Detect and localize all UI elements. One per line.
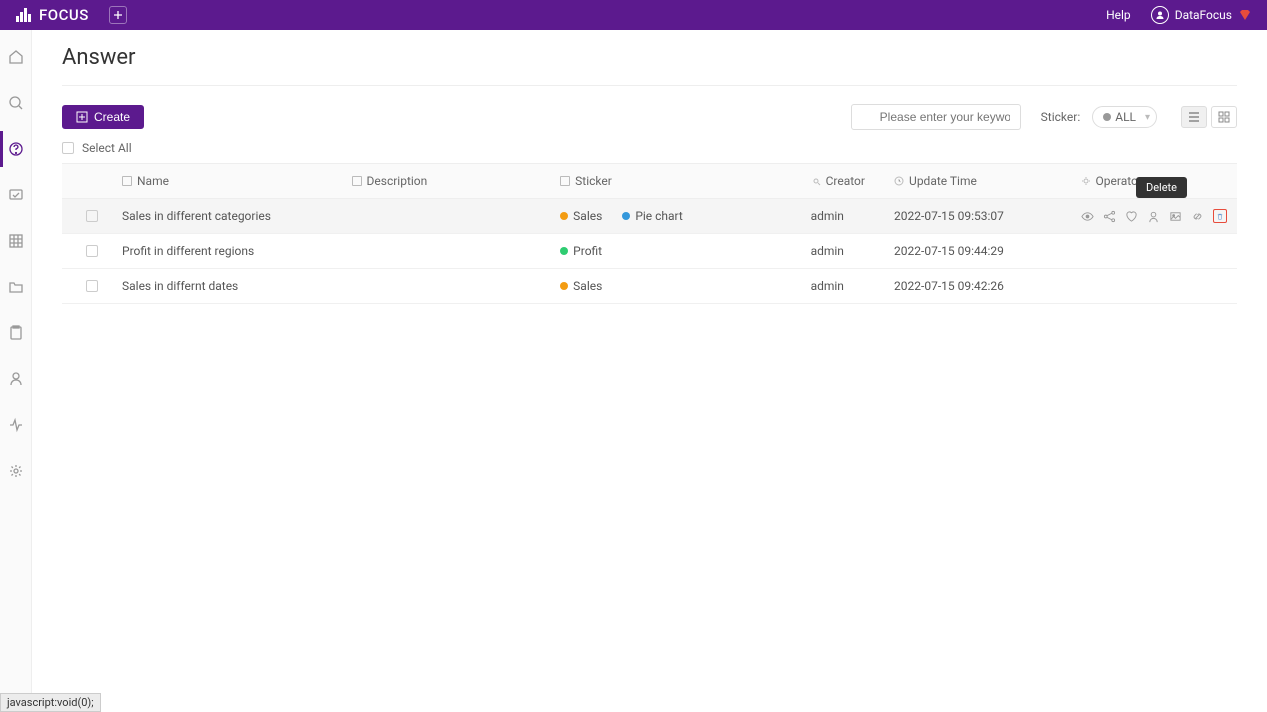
tag-dot-icon [560, 282, 568, 290]
clock-icon[interactable] [894, 176, 904, 186]
sidebar-home[interactable] [0, 45, 32, 69]
sticker-tag: Profit [560, 244, 602, 258]
select-all-row: Select All [62, 138, 1237, 163]
row-time: 2022-07-15 09:53:07 [894, 209, 1004, 223]
app-logo[interactable]: FOCUS [15, 6, 89, 24]
column-description-header[interactable]: Description [367, 174, 428, 188]
tag-dot-icon [622, 212, 630, 220]
row-time: 2022-07-15 09:44:29 [894, 244, 1004, 258]
row-time: 2022-07-15 09:42:26 [894, 279, 1004, 293]
favorite-icon[interactable] [1125, 209, 1139, 223]
select-all-label: Select All [82, 141, 132, 155]
row-checkbox[interactable] [86, 210, 98, 222]
sidebar [0, 30, 32, 712]
top-bar: FOCUS Help DataFocus [0, 0, 1267, 30]
grid-view-toggle[interactable] [1211, 106, 1237, 128]
sticker-label: Profit [573, 244, 602, 258]
filter-icon[interactable] [122, 176, 132, 186]
gear-icon [1081, 176, 1091, 186]
create-button[interactable]: Create [62, 105, 144, 129]
search-wrapper [851, 104, 1021, 130]
list-view-toggle[interactable] [1181, 106, 1207, 128]
column-name-header[interactable]: Name [137, 174, 169, 188]
sticker-filter-dropdown[interactable]: ALL [1092, 106, 1157, 128]
select-all-checkbox[interactable] [62, 142, 74, 154]
help-link[interactable]: Help [1106, 8, 1131, 22]
delete-icon[interactable] [1213, 209, 1227, 223]
view-icon[interactable] [1081, 209, 1095, 223]
column-sticker-header[interactable]: Sticker [575, 174, 612, 188]
sidebar-answer[interactable] [0, 137, 32, 161]
sidebar-clipboard[interactable] [0, 321, 32, 345]
table-row[interactable]: Delete Sales in different categories Sal… [62, 199, 1237, 234]
user-name: DataFocus [1175, 8, 1232, 22]
status-bar: javascript:void(0); [0, 693, 101, 712]
link-icon[interactable] [1191, 209, 1205, 223]
row-creator: admin [811, 209, 844, 223]
sidebar-search[interactable] [0, 91, 32, 115]
main-content: Answer Create Sticker: ALL [32, 30, 1267, 712]
view-toggles [1181, 106, 1237, 128]
column-operator-header: Operator [1096, 174, 1142, 188]
sticker-dot-icon [1103, 113, 1111, 121]
row-creator: admin [811, 244, 844, 258]
sidebar-settings[interactable] [0, 459, 32, 483]
column-time-header[interactable]: Update Time [909, 174, 977, 188]
sticker-tag: Sales [560, 279, 602, 293]
toolbar: Create Sticker: ALL [62, 104, 1237, 130]
sticker-label: Sales [573, 279, 602, 293]
sidebar-users[interactable] [0, 367, 32, 391]
row-name-link[interactable]: Sales in different categories [122, 209, 271, 223]
sticker-tag: Sales [560, 209, 602, 223]
sidebar-table[interactable] [0, 229, 32, 253]
table-row[interactable]: Sales in differnt dates Sales admin 2022… [62, 269, 1237, 304]
row-actions [1081, 209, 1227, 223]
table-header: Name Description Sticker Creator Update … [62, 163, 1237, 199]
user-avatar-icon [1151, 6, 1169, 24]
sidebar-activity[interactable] [0, 413, 32, 437]
row-name-link[interactable]: Sales in differnt dates [122, 279, 238, 293]
user-icon[interactable] [1147, 209, 1161, 223]
filter-icon[interactable] [560, 176, 570, 186]
data-table: Name Description Sticker Creator Update … [62, 163, 1237, 304]
sort-icon[interactable] [811, 176, 821, 186]
sticker-filter-label: Sticker: [1041, 110, 1081, 124]
delete-tooltip: Delete [1136, 177, 1187, 198]
sticker-label: Sales [573, 209, 602, 223]
row-checkbox[interactable] [86, 245, 98, 257]
share-icon[interactable] [1103, 209, 1117, 223]
tag-dot-icon [560, 212, 568, 220]
sticker-label: Pie chart [635, 209, 683, 223]
create-button-label: Create [94, 110, 130, 124]
row-checkbox[interactable] [86, 280, 98, 292]
column-creator-header[interactable]: Creator [826, 174, 865, 188]
tag-dot-icon [560, 247, 568, 255]
row-creator: admin [811, 279, 844, 293]
page-title: Answer [62, 45, 1237, 86]
new-tab-button[interactable] [109, 6, 127, 24]
row-name-link[interactable]: Profit in different regions [122, 244, 254, 258]
table-row[interactable]: Profit in different regions Profit admin… [62, 234, 1237, 269]
search-input[interactable] [851, 104, 1021, 130]
user-menu[interactable]: DataFocus [1151, 6, 1252, 24]
logo-text: FOCUS [39, 6, 89, 24]
sticker-tag: Pie chart [622, 209, 683, 223]
sticker-filter-value: ALL [1115, 110, 1136, 124]
sidebar-folder[interactable] [0, 275, 32, 299]
logo-icon [15, 6, 33, 24]
sidebar-dashboard[interactable] [0, 183, 32, 207]
diamond-icon [1238, 8, 1252, 22]
filter-icon[interactable] [352, 176, 362, 186]
image-icon[interactable] [1169, 209, 1183, 223]
